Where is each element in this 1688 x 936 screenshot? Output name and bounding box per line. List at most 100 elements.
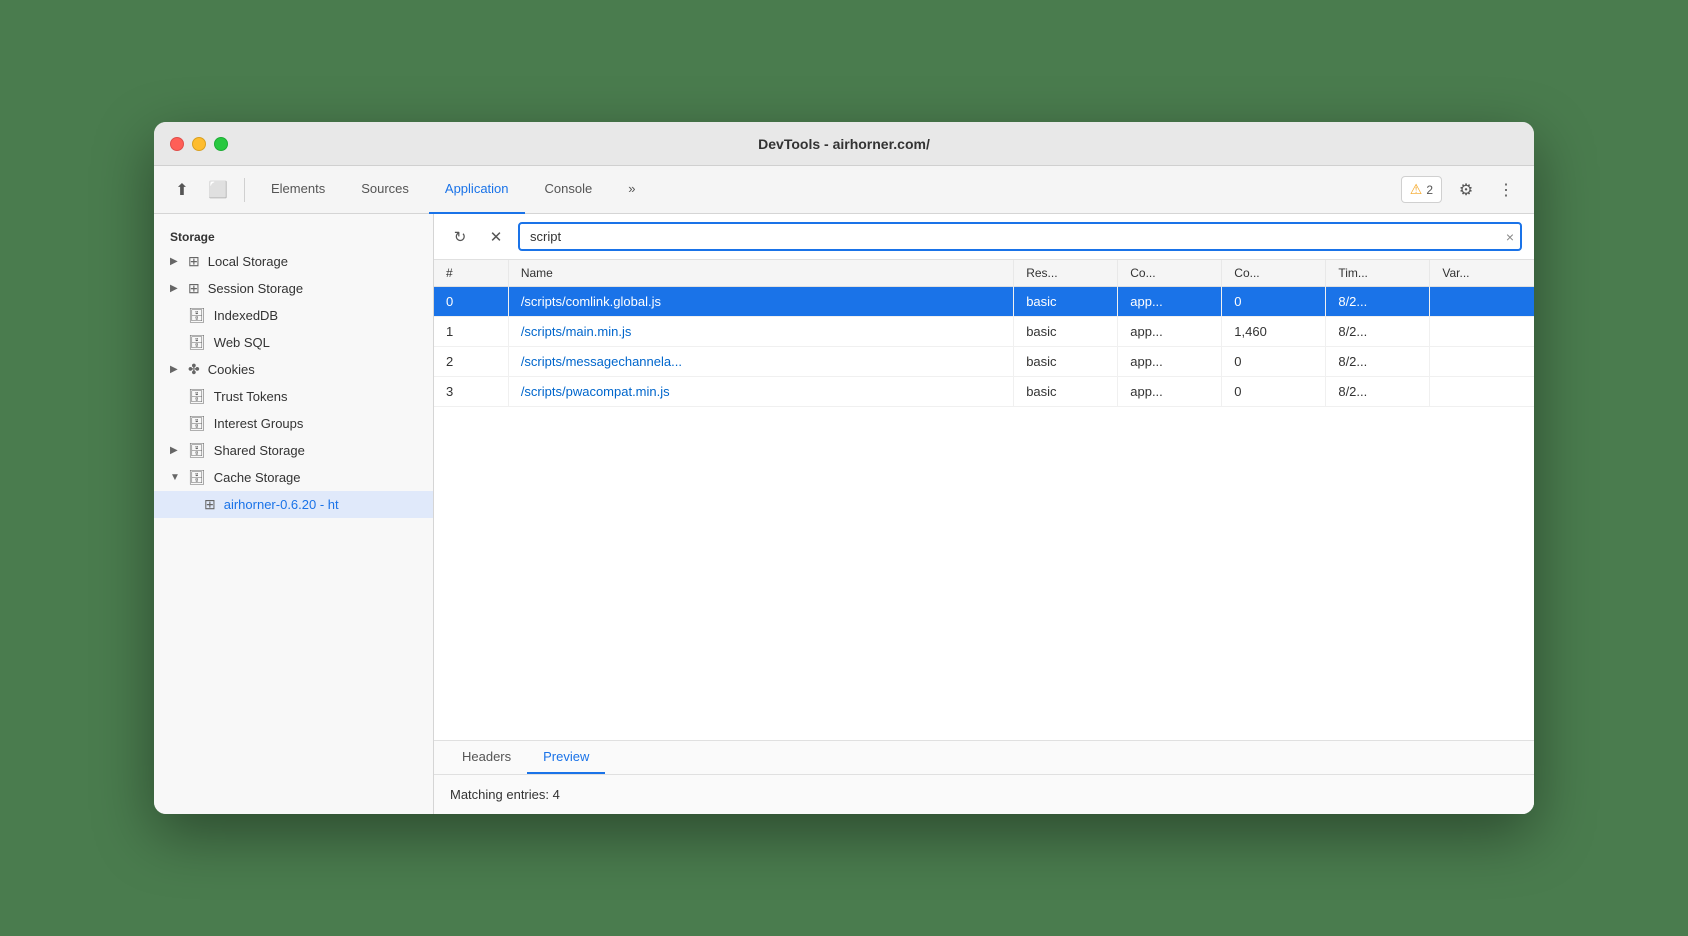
tab-more[interactable]: » (612, 166, 651, 214)
cell-var (1430, 377, 1534, 407)
search-bar: ↻ ✕ × (434, 214, 1534, 260)
sidebar-item-cache-item[interactable]: ▶ ⊞ airhorner-0.6.20 - ht (154, 491, 433, 518)
db-icon: 🗄 (188, 415, 206, 432)
cell-tim: 8/2... (1326, 287, 1430, 317)
traffic-lights (170, 137, 228, 151)
cell-var (1430, 287, 1534, 317)
sidebar-item-cookies[interactable]: ▶ ✤ Cookies (154, 356, 433, 383)
cell-res: basic (1014, 347, 1118, 377)
cell-co2: 0 (1222, 347, 1326, 377)
minimize-button[interactable] (192, 137, 206, 151)
tab-elements[interactable]: Elements (255, 166, 341, 214)
expand-arrow-icon: ▼ (170, 472, 180, 483)
db-icon: 🗄 (188, 469, 206, 486)
search-input[interactable] (520, 224, 1520, 249)
titlebar: DevTools - airhorner.com/ (154, 122, 1534, 166)
window-title: DevTools - airhorner.com/ (758, 136, 930, 152)
cell-tim: 8/2... (1326, 377, 1430, 407)
close-button[interactable] (170, 137, 184, 151)
cell-res: basic (1014, 317, 1118, 347)
table-row[interactable]: 2/scripts/messagechannela...basicapp...0… (434, 347, 1534, 377)
sidebar-item-session-storage[interactable]: ▶ ⊞ Session Storage (154, 275, 433, 302)
col-header-co1: Co... (1118, 260, 1222, 287)
col-header-name: Name (508, 260, 1013, 287)
sidebar-item-trust-tokens[interactable]: ▶ 🗄 Trust Tokens (154, 383, 433, 410)
cache-storage-label: Cache Storage (214, 470, 301, 485)
main-panel: ↻ ✕ × # Name Res... Co... Co (434, 214, 1534, 814)
expand-arrow-icon: ▶ (170, 445, 180, 456)
db-icon: 🗄 (188, 307, 206, 324)
grid-icon: ⊞ (204, 496, 216, 513)
warning-count: 2 (1426, 183, 1433, 197)
cell-co1: app... (1118, 347, 1222, 377)
cell-res: basic (1014, 287, 1118, 317)
warning-badge[interactable]: ⚠ 2 (1401, 176, 1442, 203)
results-table: # Name Res... Co... Co... Tim... Var... … (434, 260, 1534, 407)
grid-icon: ⊞ (188, 280, 200, 297)
table-row[interactable]: 0/scripts/comlink.global.jsbasicapp...08… (434, 287, 1534, 317)
bottom-tabs: Headers Preview (434, 741, 1534, 775)
cell-name: /scripts/messagechannela... (508, 347, 1013, 377)
col-header-tim: Tim... (1326, 260, 1430, 287)
cell-co2: 1,460 (1222, 317, 1326, 347)
cell-hash: 0 (434, 287, 508, 317)
cache-table: # Name Res... Co... Co... Tim... Var... … (434, 260, 1534, 740)
toolbar: ⬆ ⬜ Elements Sources Application Console… (154, 166, 1534, 214)
col-header-res: Res... (1014, 260, 1118, 287)
indexeddb-label: IndexedDB (214, 308, 278, 323)
cell-co1: app... (1118, 317, 1222, 347)
local-storage-label: Local Storage (208, 254, 288, 269)
cancel-button[interactable]: ✕ (482, 223, 510, 251)
shared-storage-label: Shared Storage (214, 443, 305, 458)
sidebar-item-shared-storage[interactable]: ▶ 🗄 Shared Storage (154, 437, 433, 464)
db-icon: 🗄 (188, 388, 206, 405)
sidebar-item-local-storage[interactable]: ▶ ⊞ Local Storage (154, 248, 433, 275)
sidebar-item-indexeddb[interactable]: ▶ 🗄 IndexedDB (154, 302, 433, 329)
cell-var (1430, 347, 1534, 377)
cookies-label: Cookies (208, 362, 255, 377)
session-storage-label: Session Storage (208, 281, 303, 296)
cell-co2: 0 (1222, 377, 1326, 407)
cell-co1: app... (1118, 287, 1222, 317)
sidebar-item-interest-groups[interactable]: ▶ 🗄 Interest Groups (154, 410, 433, 437)
tab-headers[interactable]: Headers (446, 741, 527, 774)
web-sql-label: Web SQL (214, 335, 270, 350)
refresh-button[interactable]: ↻ (446, 223, 474, 251)
tab-preview[interactable]: Preview (527, 741, 605, 774)
cell-hash: 2 (434, 347, 508, 377)
cell-tim: 8/2... (1326, 317, 1430, 347)
matching-entries-status: Matching entries: 4 (450, 787, 560, 802)
tab-console[interactable]: Console (529, 166, 609, 214)
col-header-var: Var... (1430, 260, 1534, 287)
settings-icon[interactable]: ⚙ (1450, 174, 1482, 206)
maximize-button[interactable] (214, 137, 228, 151)
cursor-icon[interactable]: ⬆ (166, 174, 198, 206)
table-row[interactable]: 3/scripts/pwacompat.min.jsbasicapp...08/… (434, 377, 1534, 407)
tab-sources[interactable]: Sources (345, 166, 425, 214)
clear-search-icon[interactable]: × (1506, 229, 1514, 245)
col-header-hash: # (434, 260, 508, 287)
table-row[interactable]: 1/scripts/main.min.jsbasicapp...1,4608/2… (434, 317, 1534, 347)
col-header-co2: Co... (1222, 260, 1326, 287)
cell-tim: 8/2... (1326, 347, 1430, 377)
cell-hash: 3 (434, 377, 508, 407)
grid-icon: ⊞ (188, 253, 200, 270)
devtools-window: DevTools - airhorner.com/ ⬆ ⬜ Elements S… (154, 122, 1534, 814)
inspect-icon[interactable]: ⬜ (202, 174, 234, 206)
toolbar-right: ⚠ 2 ⚙ ⋮ (1401, 174, 1522, 206)
db-icon: 🗄 (188, 442, 206, 459)
cell-var (1430, 317, 1534, 347)
trust-tokens-label: Trust Tokens (214, 389, 288, 404)
sidebar-item-cache-storage[interactable]: ▼ 🗄 Cache Storage (154, 464, 433, 491)
cell-co2: 0 (1222, 287, 1326, 317)
table-header-row: # Name Res... Co... Co... Tim... Var... (434, 260, 1534, 287)
cell-hash: 1 (434, 317, 508, 347)
main-content: Storage ▶ ⊞ Local Storage ▶ ⊞ Session St… (154, 214, 1534, 814)
cell-name: /scripts/main.min.js (508, 317, 1013, 347)
more-options-icon[interactable]: ⋮ (1490, 174, 1522, 206)
tab-application[interactable]: Application (429, 166, 525, 214)
cookie-icon: ✤ (188, 361, 200, 378)
separator (244, 178, 245, 202)
sidebar-item-web-sql[interactable]: ▶ 🗄 Web SQL (154, 329, 433, 356)
db-icon: 🗄 (188, 334, 206, 351)
